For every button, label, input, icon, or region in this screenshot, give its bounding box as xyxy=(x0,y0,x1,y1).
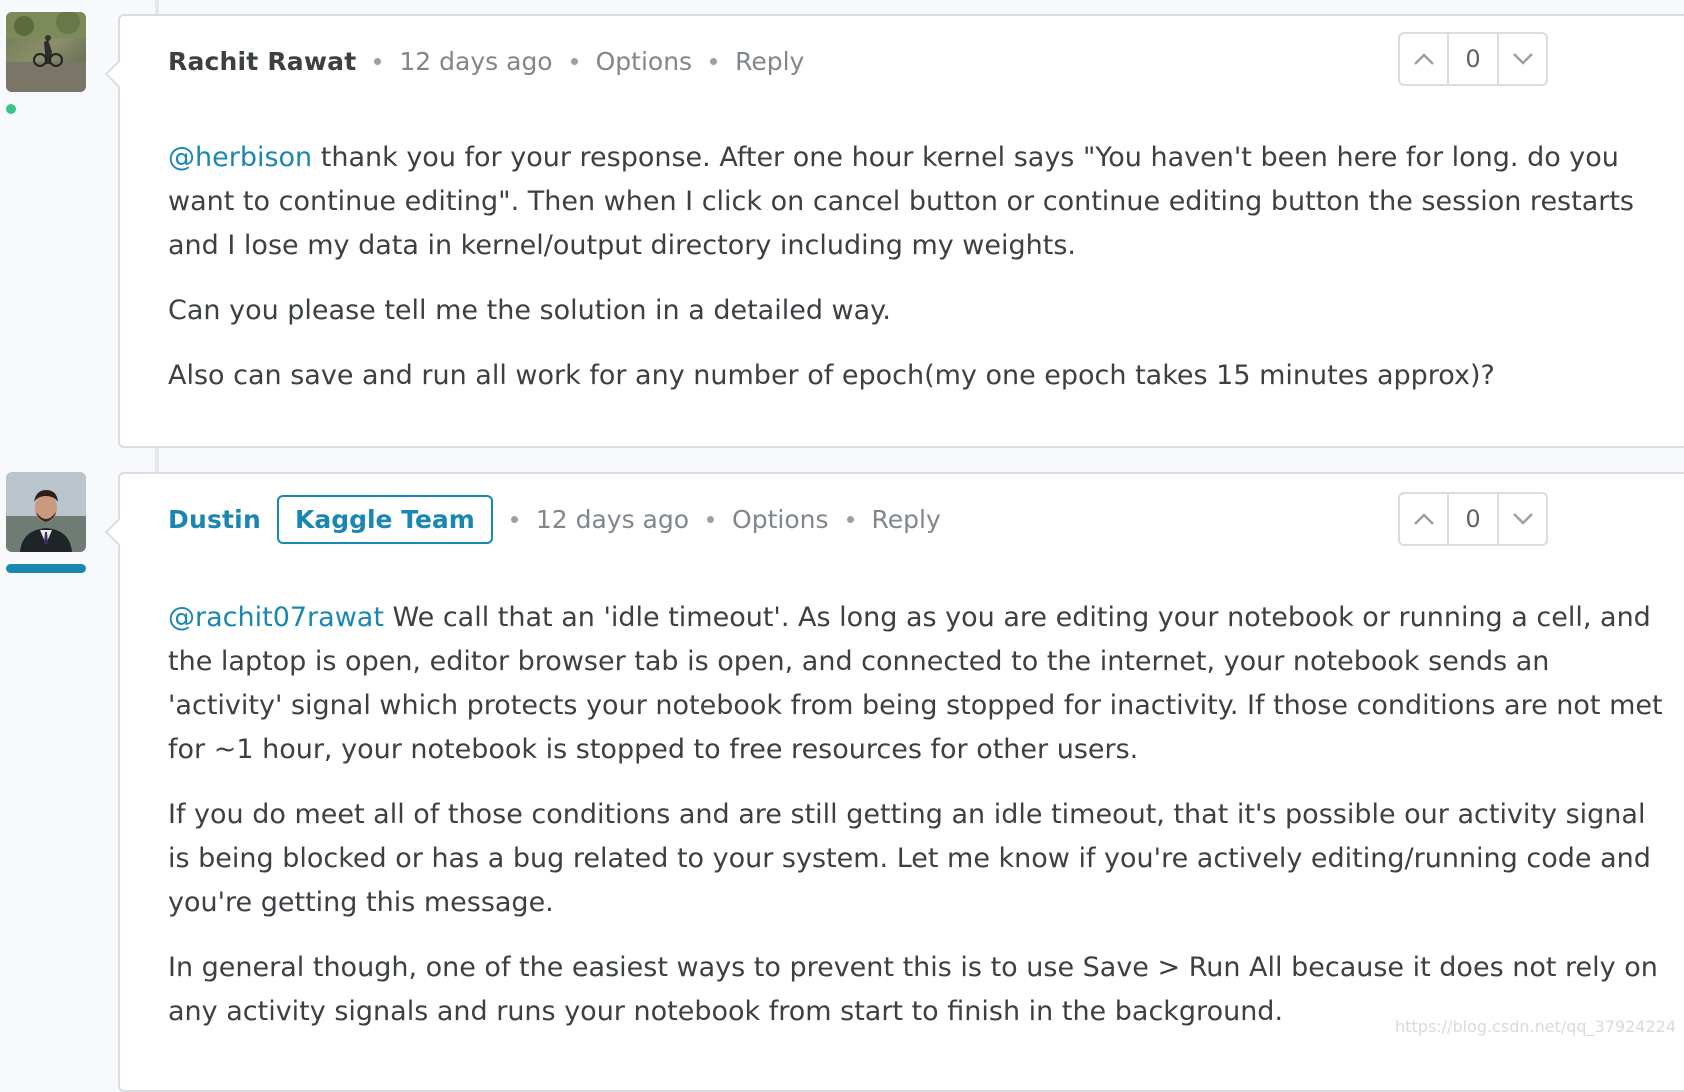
options-link[interactable]: Options xyxy=(732,505,828,534)
comment-body: @herbison thank you for your response. A… xyxy=(168,136,1668,419)
chevron-up-icon xyxy=(1413,513,1434,525)
chevron-down-icon xyxy=(1512,513,1533,525)
comment-card: Dustin Kaggle Team 12 days ago Options R… xyxy=(118,472,1684,1092)
comment-card: Rachit Rawat 12 days ago Options Reply 0… xyxy=(118,14,1684,448)
comment-header: Dustin Kaggle Team 12 days ago Options R… xyxy=(168,494,941,544)
downvote-button[interactable] xyxy=(1499,34,1546,84)
comment-paragraph: @rachit07rawat We call that an 'idle tim… xyxy=(168,596,1668,772)
separator-dot xyxy=(570,57,578,65)
paragraph-text: Also can save and run all work for any n… xyxy=(168,360,1495,391)
upvote-button[interactable] xyxy=(1400,34,1447,84)
comment-author-avatar-area xyxy=(6,12,86,114)
author-name[interactable]: Dustin xyxy=(168,505,261,534)
reply-link[interactable]: Reply xyxy=(872,505,941,534)
comment-timestamp: 12 days ago xyxy=(399,46,553,76)
thread-line xyxy=(155,0,159,14)
paragraph-text: Can you please tell me the solution in a… xyxy=(168,295,891,326)
tier-progress-bar xyxy=(6,564,86,573)
thread-line xyxy=(155,446,159,472)
comment-timestamp: 12 days ago xyxy=(535,504,690,534)
avatar[interactable] xyxy=(6,12,86,92)
paragraph-text: thank you for your response. After one h… xyxy=(168,142,1635,261)
vote-count: 0 xyxy=(1447,494,1499,544)
options-link[interactable]: Options xyxy=(596,47,692,76)
comment-author-avatar-area xyxy=(6,472,86,573)
vote-count: 0 xyxy=(1447,34,1499,84)
reply-link[interactable]: Reply xyxy=(735,47,804,76)
comment-paragraph: Can you please tell me the solution in a… xyxy=(168,289,1668,333)
user-mention-link[interactable]: @herbison xyxy=(168,142,312,173)
comment-paragraph: @herbison thank you for your response. A… xyxy=(168,136,1668,268)
comment-body: @rachit07rawat We call that an 'idle tim… xyxy=(168,596,1668,1055)
online-status-dot xyxy=(6,104,16,114)
user-mention-link[interactable]: @rachit07rawat xyxy=(168,602,384,633)
avatar[interactable] xyxy=(6,472,86,552)
kaggle-team-badge: Kaggle Team xyxy=(276,494,493,544)
paragraph-text: We call that an 'idle timeout'. As long … xyxy=(168,602,1663,765)
paragraph-text: In general though, one of the easiest wa… xyxy=(168,952,1658,1027)
downvote-button[interactable] xyxy=(1499,494,1546,544)
separator-dot xyxy=(707,515,715,523)
separator-dot xyxy=(510,515,518,523)
author-name[interactable]: Rachit Rawat xyxy=(168,47,356,76)
chevron-down-icon xyxy=(1512,53,1533,65)
watermark: https://blog.csdn.net/qq_37924224 xyxy=(1395,1017,1676,1036)
paragraph-text: If you do meet all of those conditions a… xyxy=(168,799,1651,918)
vote-control: 0 xyxy=(1398,32,1548,86)
comment-paragraph: If you do meet all of those conditions a… xyxy=(168,793,1668,925)
comment-header: Rachit Rawat 12 days ago Options Reply xyxy=(168,44,804,78)
separator-dot xyxy=(374,57,382,65)
upvote-button[interactable] xyxy=(1400,494,1447,544)
vote-control: 0 xyxy=(1398,492,1548,546)
chevron-up-icon xyxy=(1413,53,1434,65)
comment-paragraph: Also can save and run all work for any n… xyxy=(168,354,1668,398)
separator-dot xyxy=(710,57,718,65)
separator-dot xyxy=(846,515,854,523)
